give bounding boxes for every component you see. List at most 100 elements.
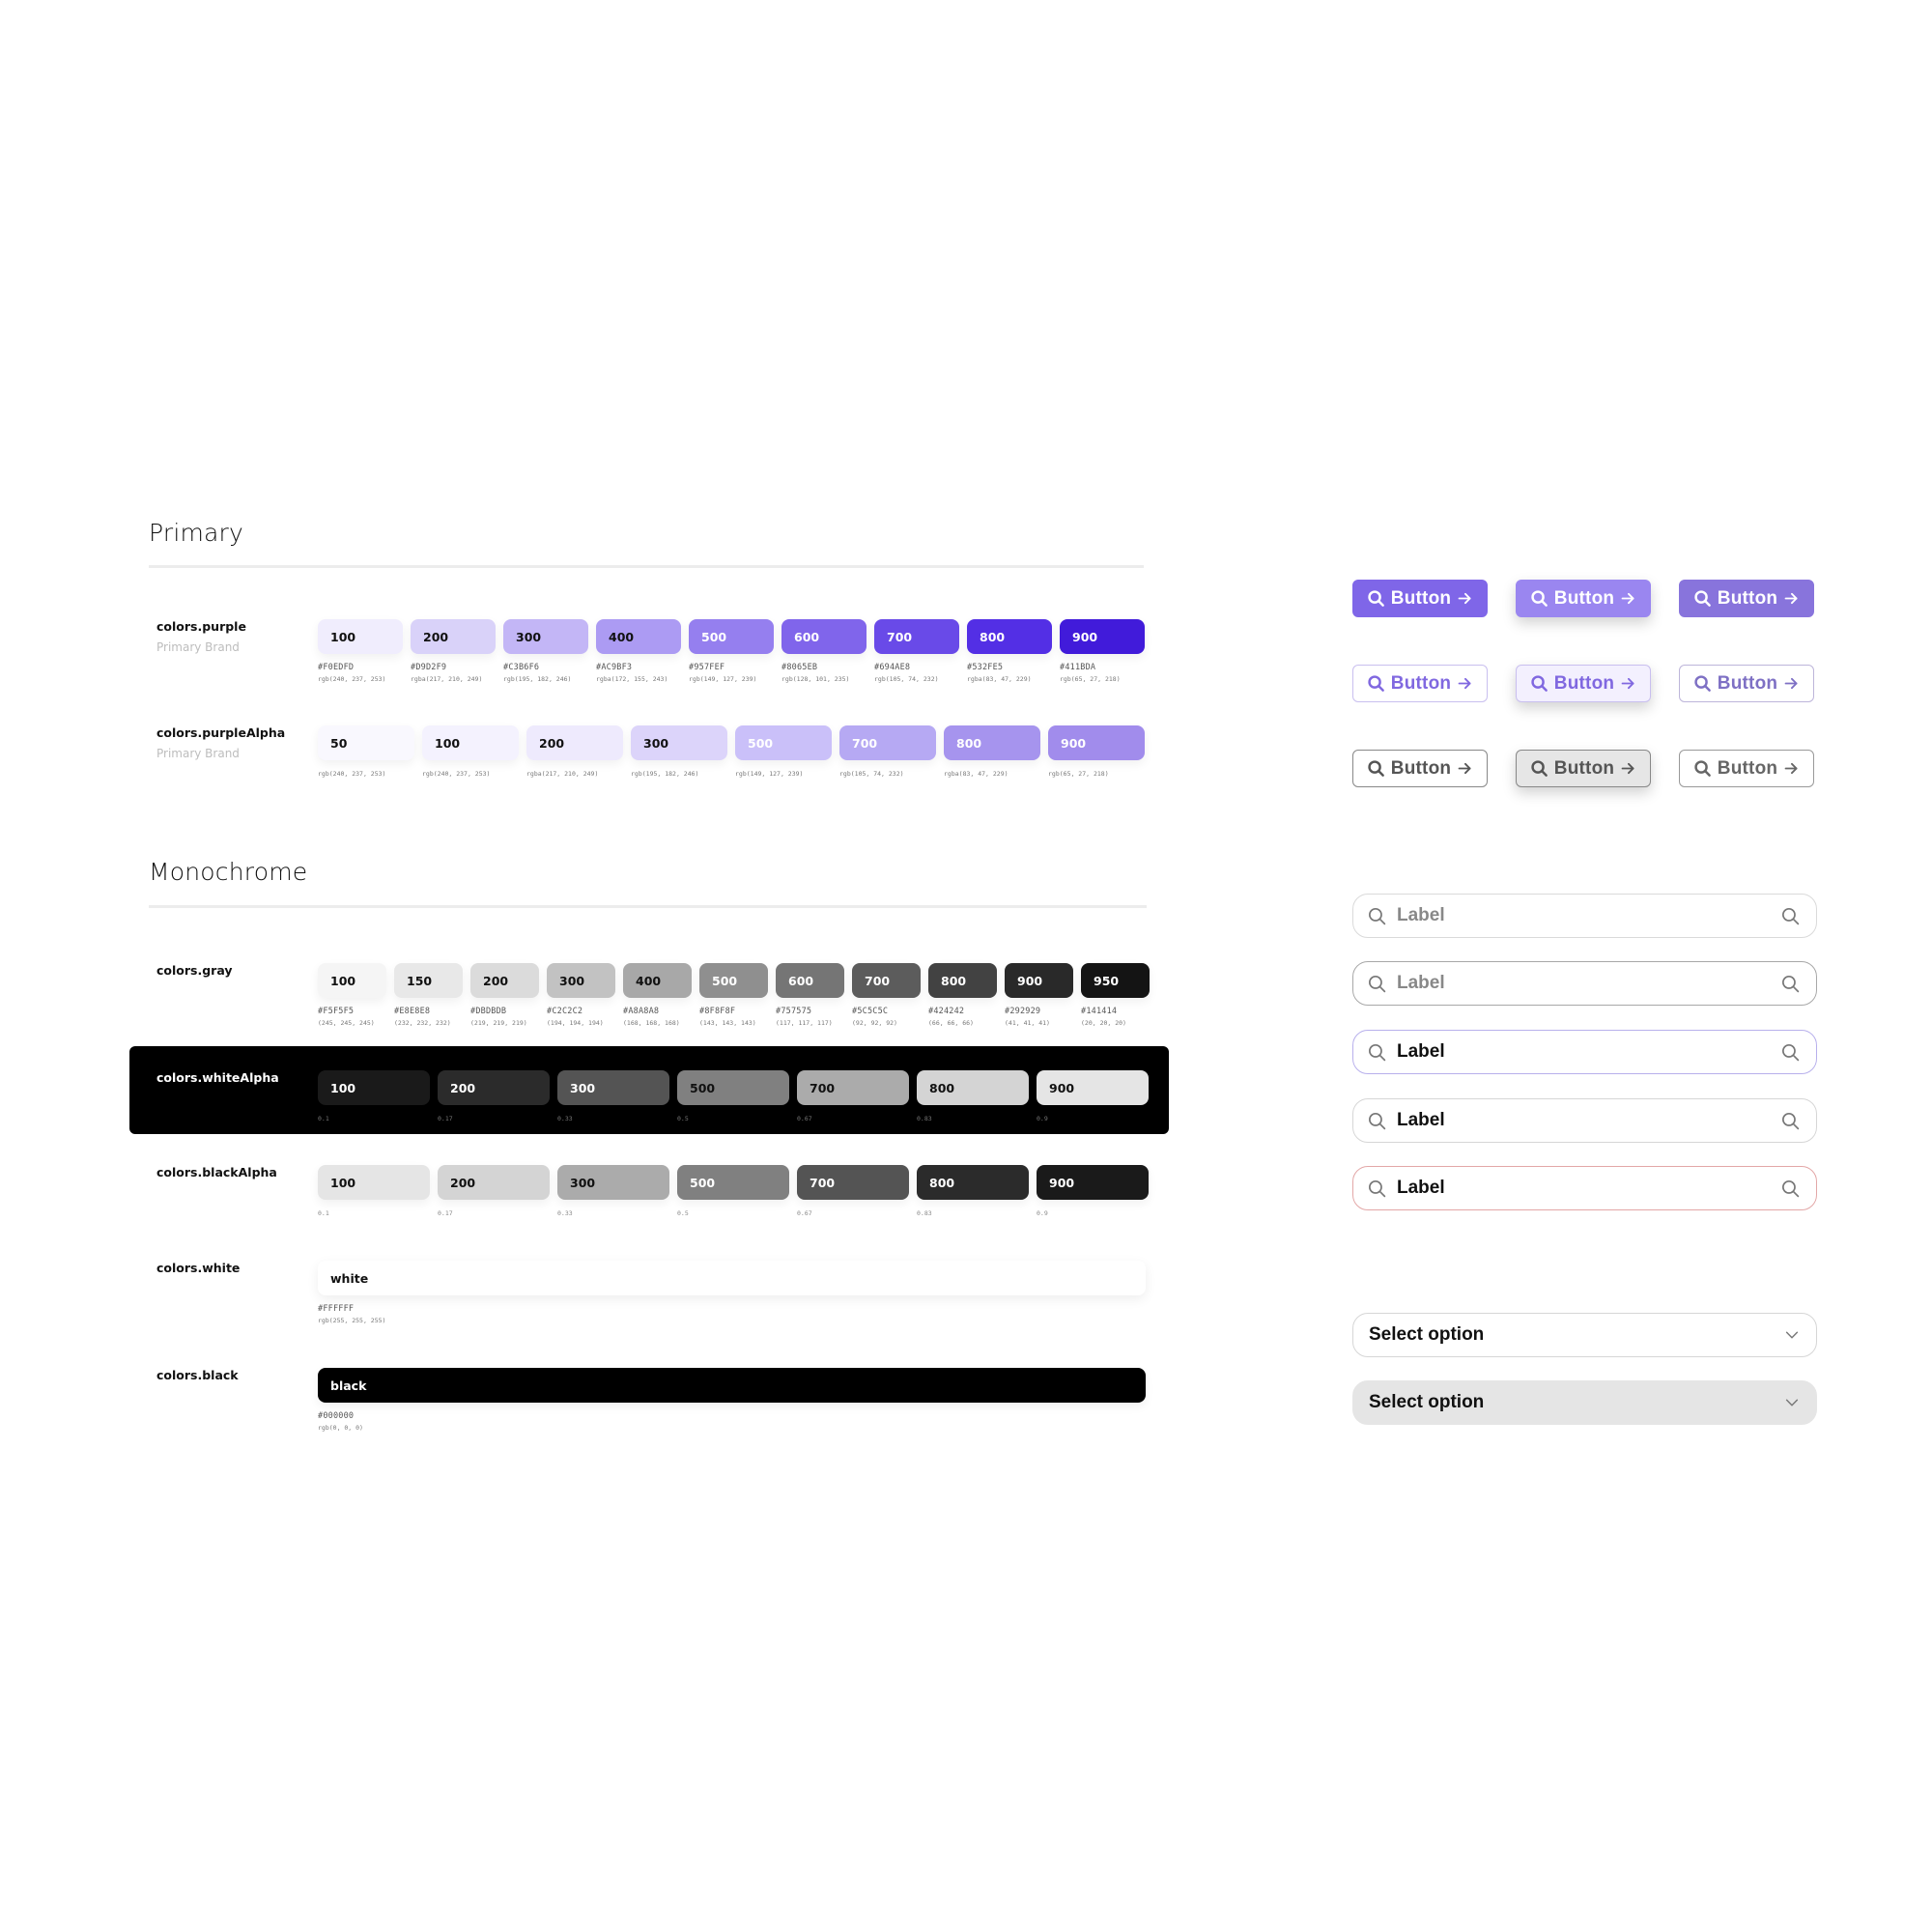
color-swatch[interactable]: 300 bbox=[631, 725, 727, 760]
search-icon[interactable] bbox=[1780, 974, 1801, 994]
hex-value: #411BDA bbox=[1060, 663, 1096, 672]
color-swatch[interactable]: 50 bbox=[318, 725, 414, 760]
color-swatch[interactable]: 200 bbox=[438, 1165, 550, 1200]
color-swatch[interactable]: 800 bbox=[917, 1070, 1029, 1105]
button-default[interactable]: Button bbox=[1352, 750, 1488, 787]
search-input-focused[interactable]: Label bbox=[1352, 1030, 1817, 1074]
color-swatch[interactable]: 600 bbox=[781, 619, 867, 654]
color-swatch[interactable]: 200 bbox=[438, 1070, 550, 1105]
search-input-filled[interactable]: Label bbox=[1352, 1098, 1817, 1143]
color-swatch[interactable]: 100 bbox=[318, 1070, 430, 1105]
button-pressed[interactable]: Button bbox=[1679, 750, 1814, 787]
color-swatch[interactable]: 900 bbox=[1005, 963, 1073, 998]
color-swatch[interactable]: 800 bbox=[917, 1165, 1029, 1200]
rgb-value: rgb(105, 74, 232) bbox=[839, 770, 904, 778]
search-icon[interactable] bbox=[1780, 1042, 1801, 1063]
color-swatch[interactable]: 300 bbox=[503, 619, 588, 654]
color-swatch[interactable]: 300 bbox=[547, 963, 615, 998]
button-label: Button bbox=[1390, 672, 1452, 694]
search-icon bbox=[1693, 589, 1712, 608]
select-label: Select option bbox=[1369, 1392, 1485, 1412]
color-swatch[interactable]: 400 bbox=[596, 619, 681, 654]
color-swatch[interactable]: 400 bbox=[623, 963, 692, 998]
color-swatch[interactable]: 800 bbox=[944, 725, 1040, 760]
select-outline[interactable]: Select option bbox=[1352, 1313, 1817, 1357]
palette-row-black-alpha: colors.blackAlpha 100 0.1 200 0.17 300 0.33 50… bbox=[149, 1165, 1150, 1217]
hex-value: #AC9BF3 bbox=[596, 663, 633, 672]
swatch-list: black #000000 rgb(0, 0, 0) bbox=[318, 1368, 1146, 1432]
search-icon bbox=[1367, 906, 1387, 926]
color-swatch[interactable]: 500 bbox=[699, 963, 768, 998]
swatch-item: 800 #532FE5 rgba(83, 47, 229) bbox=[967, 619, 1052, 683]
button-pressed[interactable]: Button bbox=[1679, 580, 1814, 617]
color-swatch[interactable]: 800 bbox=[967, 619, 1052, 654]
color-swatch[interactable]: 900 bbox=[1048, 725, 1145, 760]
search-icon[interactable] bbox=[1780, 906, 1801, 926]
color-swatch[interactable]: 500 bbox=[689, 619, 774, 654]
color-swatch[interactable]: 500 bbox=[677, 1070, 789, 1105]
search-input-error[interactable]: Label bbox=[1352, 1166, 1817, 1210]
rgb-value: rgba(172, 155, 243) bbox=[596, 675, 668, 683]
swatch-item: 300 rgb(195, 182, 246) bbox=[631, 725, 727, 778]
color-swatch[interactable]: 600 bbox=[776, 963, 844, 998]
color-swatch[interactable]: 900 bbox=[1037, 1070, 1149, 1105]
input-label: Label bbox=[1397, 973, 1445, 993]
color-swatch[interactable]: 100 bbox=[318, 1165, 430, 1200]
arrow-right-icon bbox=[1620, 760, 1636, 777]
color-swatch[interactable]: 200 bbox=[526, 725, 623, 760]
button-pressed[interactable]: Button bbox=[1679, 665, 1814, 702]
button-hover[interactable]: Button bbox=[1516, 665, 1651, 702]
color-swatch[interactable]: white bbox=[318, 1261, 1146, 1295]
color-swatch[interactable]: 100 bbox=[318, 963, 386, 998]
rgb-value: (92, 92, 92) bbox=[852, 1019, 897, 1027]
palette-row-purple: colors.purple Primary Brand 100 #F0EDFD rg… bbox=[149, 619, 1150, 687]
rgb-value: (117, 117, 117) bbox=[776, 1019, 833, 1027]
rgb-value: rgb(240, 237, 253) bbox=[318, 675, 386, 683]
select-label: Select option bbox=[1369, 1324, 1485, 1345]
color-swatch[interactable]: 300 bbox=[557, 1165, 669, 1200]
button-default[interactable]: Button bbox=[1352, 580, 1488, 617]
color-swatch[interactable]: 900 bbox=[1060, 619, 1145, 654]
search-icon[interactable] bbox=[1780, 1111, 1801, 1131]
button-label: Button bbox=[1553, 757, 1615, 779]
arrow-right-icon bbox=[1783, 760, 1800, 777]
rgb-value: rgb(195, 182, 246) bbox=[631, 770, 699, 778]
color-swatch[interactable]: 700 bbox=[839, 725, 936, 760]
color-swatch[interactable]: 300 bbox=[557, 1070, 669, 1105]
color-swatch[interactable]: 700 bbox=[797, 1070, 909, 1105]
swatch-item: 300 0.33 bbox=[557, 1070, 669, 1122]
color-swatch[interactable]: 500 bbox=[735, 725, 832, 760]
rgb-value: (41, 41, 41) bbox=[1005, 1019, 1050, 1027]
color-swatch[interactable]: 700 bbox=[797, 1165, 909, 1200]
arrow-right-icon bbox=[1620, 675, 1636, 692]
button-default[interactable]: Button bbox=[1352, 665, 1488, 702]
swatch-item: 100 #F5F5F5 (245, 245, 245) bbox=[318, 963, 386, 1027]
search-input-hover[interactable]: Label bbox=[1352, 961, 1817, 1006]
color-swatch[interactable]: 700 bbox=[874, 619, 959, 654]
search-icon[interactable] bbox=[1780, 1179, 1801, 1199]
hex-value: #E8E8E8 bbox=[394, 1007, 431, 1016]
color-swatch[interactable]: 900 bbox=[1037, 1165, 1149, 1200]
color-swatch[interactable]: 150 bbox=[394, 963, 463, 998]
button-hover[interactable]: Button bbox=[1516, 580, 1651, 617]
rgb-value: (194, 194, 194) bbox=[547, 1019, 604, 1027]
swatch-item: 800 rgba(83, 47, 229) bbox=[944, 725, 1040, 778]
hex-value: #F5F5F5 bbox=[318, 1007, 355, 1016]
search-icon bbox=[1367, 974, 1387, 994]
color-swatch[interactable]: 200 bbox=[411, 619, 496, 654]
swatch-list: 50 rgb(240, 237, 253) 100 rgb(240, 237, 253… bbox=[318, 725, 1152, 778]
color-swatch[interactable]: 800 bbox=[928, 963, 997, 998]
color-swatch[interactable]: black bbox=[318, 1368, 1146, 1403]
color-swatch[interactable]: 700 bbox=[852, 963, 921, 998]
palette-subtitle: Primary Brand bbox=[156, 640, 240, 654]
select-filled[interactable]: Select option bbox=[1352, 1380, 1817, 1425]
color-swatch[interactable]: 950 bbox=[1081, 963, 1150, 998]
color-swatch[interactable]: 100 bbox=[422, 725, 519, 760]
search-input-placeholder[interactable]: Label bbox=[1352, 894, 1817, 938]
rgb-value: rgb(149, 127, 239) bbox=[735, 770, 804, 778]
button-hover[interactable]: Button bbox=[1516, 750, 1651, 787]
color-swatch[interactable]: 200 bbox=[470, 963, 539, 998]
color-swatch[interactable]: 100 bbox=[318, 619, 403, 654]
button-label: Button bbox=[1390, 757, 1452, 779]
color-swatch[interactable]: 500 bbox=[677, 1165, 789, 1200]
